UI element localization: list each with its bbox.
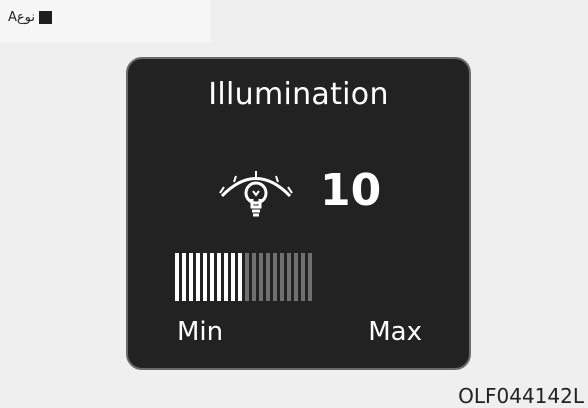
level-segment-on [203,253,207,301]
level-segment-on [224,253,228,301]
min-label: Min [177,317,224,347]
display-title: Illumination [208,77,389,112]
illumination-level-bar [175,253,312,301]
type-tag: نوعA [8,10,52,25]
level-segment-on [238,253,242,301]
level-segment-on [189,253,193,301]
figure-code: OLF044142L [458,384,584,408]
level-segment-off [273,253,277,301]
level-segment-off [287,253,291,301]
type-square-icon [39,11,52,24]
illumination-display: Illumination 10 Min Max [126,57,471,370]
level-segment-off [252,253,256,301]
level-segment-off [259,253,263,301]
level-segment-on [175,253,179,301]
level-segment-off [280,253,284,301]
level-segment-off [294,253,298,301]
max-label: Max [368,317,422,347]
level-segment-on [217,253,221,301]
level-segment-off [266,253,270,301]
level-segment-on [196,253,200,301]
illumination-lamp-icon [216,163,296,223]
level-segment-on [231,253,235,301]
level-segment-on [182,253,186,301]
type-tag-label: نوعA [8,10,35,25]
level-segment-off [301,253,305,301]
type-tag-bar: نوعA [0,0,210,42]
level-segment-off [308,253,312,301]
illumination-level-value: 10 [320,165,382,216]
level-segment-on [210,253,214,301]
level-segment-off [245,253,249,301]
